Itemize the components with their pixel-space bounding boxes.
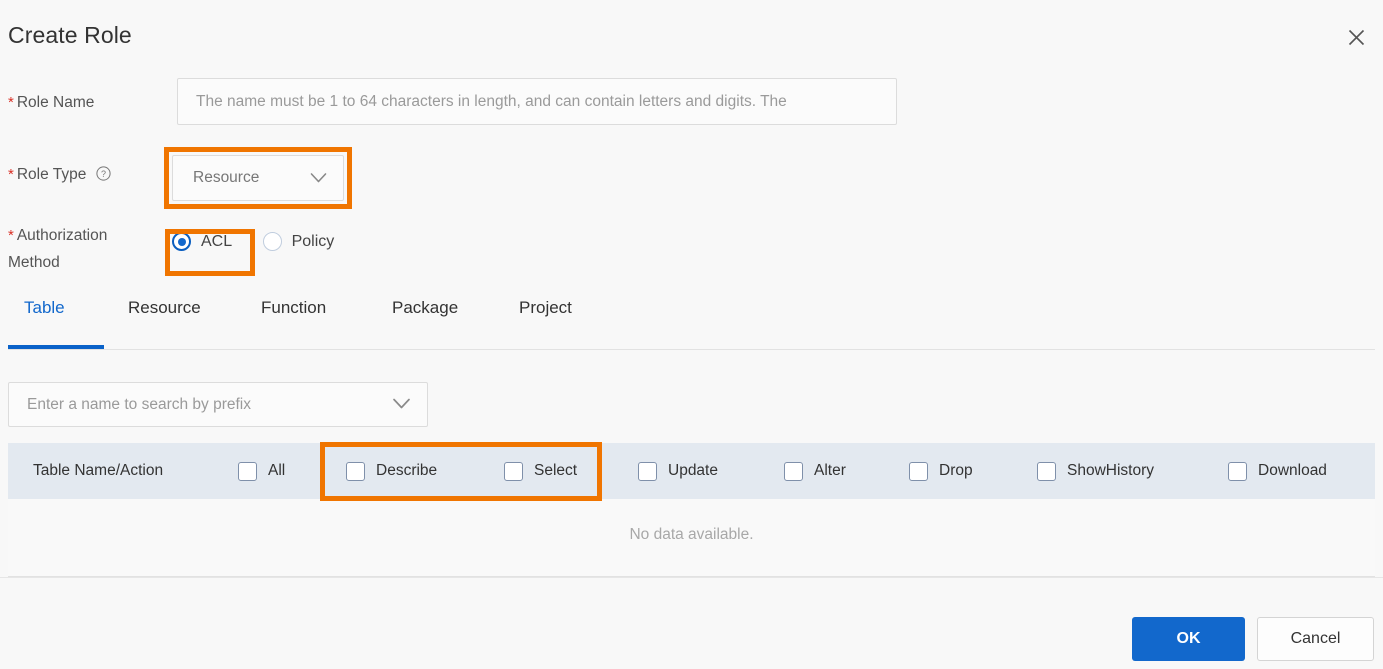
checkbox-label-update: Update (668, 462, 718, 479)
checkbox-select[interactable] (504, 461, 523, 481)
radio-indicator-acl (172, 232, 191, 251)
checkbox-all[interactable] (238, 461, 257, 481)
authorization-method-label: * Authorization Method (8, 222, 107, 276)
active-tab-indicator (8, 345, 104, 349)
checkbox-alter[interactable] (784, 461, 803, 481)
checkbox-cell-drop[interactable]: Drop (909, 443, 973, 499)
radio-label-policy: Policy (291, 232, 335, 250)
role-name-input[interactable] (177, 78, 897, 125)
tab-project[interactable]: Project (519, 298, 572, 334)
tab-function[interactable]: Function (261, 298, 326, 334)
radio-option-policy[interactable]: Policy (262, 232, 335, 251)
checkbox-cell-showhistory[interactable]: ShowHistory (1037, 443, 1154, 499)
checkbox-describe[interactable] (346, 461, 365, 481)
tab-resource[interactable]: Resource (128, 298, 201, 334)
tabs-divider (8, 349, 1375, 350)
page-title: Create Role (8, 22, 132, 48)
radio-option-acl[interactable]: ACL (172, 232, 232, 251)
checkbox-showhistory[interactable] (1037, 461, 1056, 481)
checkbox-label-alter: Alter (814, 462, 846, 479)
role-name-label-text: Role Name (16, 94, 95, 111)
role-name-label: * Role Name (8, 89, 94, 116)
checkbox-label-select: Select (534, 462, 578, 479)
role-type-select[interactable]: Resource (172, 155, 344, 201)
permissions-table-body: No data available. (8, 499, 1375, 576)
checkbox-cell-select[interactable]: Select (504, 443, 577, 499)
checkbox-cell-alter[interactable]: Alter (784, 443, 846, 499)
ok-button[interactable]: OK (1132, 617, 1245, 661)
table-name-action-header: Table Name/Action (33, 462, 164, 479)
radio-indicator-policy (262, 232, 282, 251)
role-type-label: * Role Type ? (8, 161, 111, 190)
checkbox-update[interactable] (638, 461, 657, 481)
cancel-button[interactable]: Cancel (1257, 617, 1374, 661)
authorization-method-label-line1: Authorization (16, 227, 108, 244)
required-marker: * (8, 166, 14, 183)
create-role-dialog: Create Role *Role Name *Role Type ? Reso… (0, 0, 1383, 669)
checkbox-cell-all[interactable]: All (238, 443, 285, 499)
checkbox-label-download: Download (1258, 462, 1327, 479)
required-marker: * (8, 94, 14, 111)
question-circle-icon[interactable]: ? (96, 163, 111, 190)
chevron-down-icon (310, 171, 327, 189)
permissions-table-header: Table Name/Action All Describe Select Up… (8, 443, 1375, 499)
checkbox-cell-describe[interactable]: Describe (346, 443, 437, 499)
footer-divider (0, 577, 1383, 578)
required-marker: * (8, 227, 14, 244)
permission-scope-tabs: Table Resource Function Package Project (0, 298, 1383, 348)
search-input[interactable]: Enter a name to search by prefix (8, 382, 428, 427)
role-type-label-text: Role Type (16, 166, 87, 183)
checkbox-download[interactable] (1228, 461, 1247, 481)
checkbox-label-showhistory: ShowHistory (1067, 462, 1154, 479)
authorization-method-radio-group: ACL Policy (172, 232, 360, 256)
checkbox-cell-download[interactable]: Download (1228, 443, 1327, 499)
svg-text:?: ? (101, 169, 106, 179)
search-placeholder: Enter a name to search by prefix (27, 396, 252, 413)
checkbox-label-describe: Describe (376, 462, 438, 479)
checkbox-label-drop: Drop (939, 462, 973, 479)
close-icon[interactable] (1341, 22, 1371, 52)
checkbox-drop[interactable] (909, 461, 928, 481)
role-type-selected-value: Resource (193, 169, 260, 186)
checkbox-cell-update[interactable]: Update (638, 443, 718, 499)
radio-label-acl: ACL (201, 232, 233, 250)
authorization-method-label-line2: Method (8, 254, 60, 271)
tab-package[interactable]: Package (392, 298, 458, 334)
checkbox-label-all: All (268, 462, 286, 479)
tab-table[interactable]: Table (24, 298, 65, 334)
empty-state-message: No data available. (629, 526, 754, 543)
chevron-down-icon (392, 397, 411, 415)
